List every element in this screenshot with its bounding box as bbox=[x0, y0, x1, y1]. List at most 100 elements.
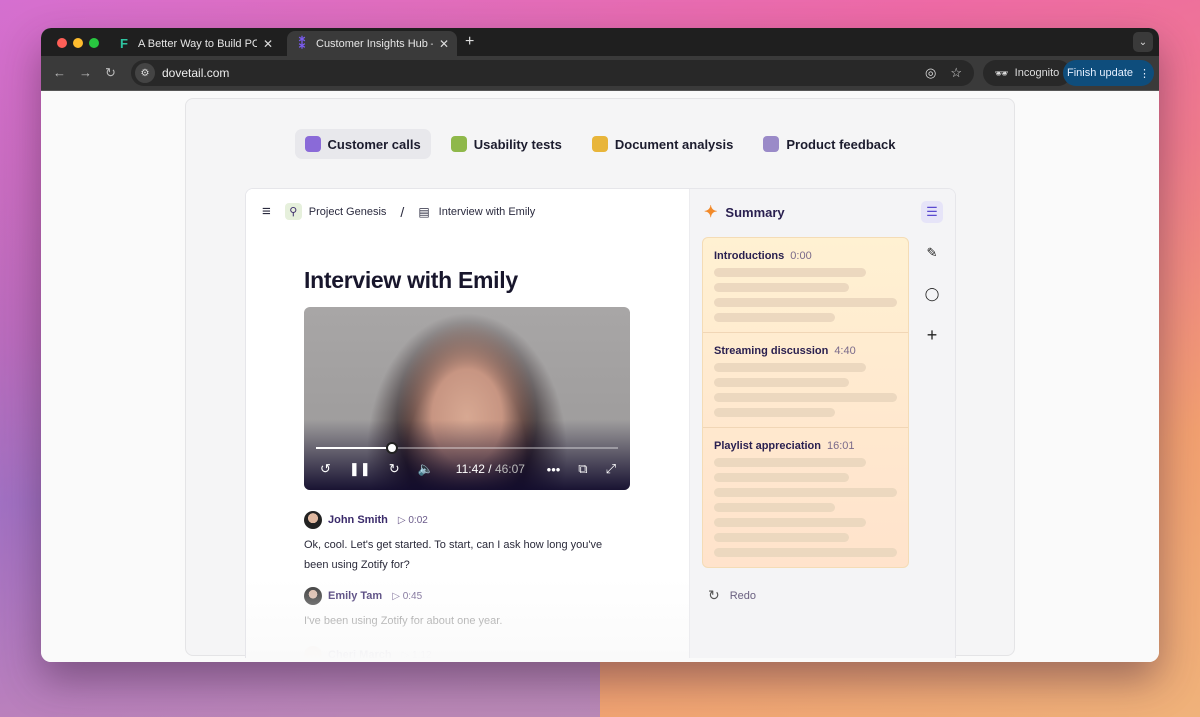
site-settings-icon[interactable]: ⚙ bbox=[135, 63, 155, 83]
summary-pane: ✦ Summary ☰ ✎ ◯ + Introductions 0:00 Str… bbox=[689, 189, 955, 658]
highlight-pen-icon[interactable]: ✎ bbox=[921, 242, 943, 264]
category-product-feedback[interactable]: Product feedback bbox=[753, 129, 905, 159]
minimize-window-button[interactable] bbox=[73, 38, 83, 48]
page-content: Customer calls Usability tests Document … bbox=[41, 91, 1159, 662]
skeleton-line bbox=[714, 548, 897, 557]
dovetail-logo-icon: ⁑ bbox=[298, 35, 306, 51]
finish-update-label: Finish update bbox=[1066, 67, 1134, 79]
window-controls bbox=[57, 38, 99, 48]
close-window-button[interactable] bbox=[57, 38, 67, 48]
skeleton-line bbox=[714, 503, 835, 512]
current-time: 11:42 bbox=[455, 462, 485, 476]
category-label: Usability tests bbox=[473, 136, 562, 152]
category-document-analysis[interactable]: Document analysis bbox=[582, 129, 744, 159]
tab-search-button[interactable]: ⌄ bbox=[1133, 32, 1153, 52]
transcript-entry: John Smith ▷ 0:02 Ok, cool. Let's get st… bbox=[304, 511, 624, 575]
usability-tests-icon bbox=[450, 136, 467, 152]
skeleton-line bbox=[714, 518, 866, 527]
pause-icon[interactable]: ❚❚ bbox=[349, 461, 371, 477]
video-player[interactable]: ↺ ❚❚ ↻ 🔈 11:42 / 46:07 ••• ⧉ ⤢ bbox=[304, 307, 630, 490]
demo-frame: Customer calls Usability tests Document … bbox=[185, 98, 1015, 658]
video-gradient bbox=[304, 420, 630, 490]
ai-summary-list-icon[interactable]: ☰ bbox=[921, 201, 943, 223]
section-time[interactable]: 16:01 bbox=[827, 440, 855, 452]
timestamp-link[interactable]: ▷ 0:02 bbox=[398, 515, 428, 526]
skeleton-line bbox=[714, 473, 850, 482]
hamburger-menu-icon[interactable]: ≡ bbox=[262, 203, 271, 220]
customer-calls-icon bbox=[304, 136, 321, 152]
skeleton-line bbox=[714, 363, 866, 372]
skeleton-line bbox=[714, 378, 850, 387]
tab-flux[interactable]: F A Better Way to Build PCBs | F ✕ bbox=[109, 31, 281, 56]
tab-title: A Better Way to Build PCBs | F bbox=[138, 37, 257, 50]
speaker-row: John Smith ▷ 0:02 bbox=[304, 511, 624, 529]
address-bar[interactable]: ⚙ dovetail.com ◎ ☆ bbox=[131, 60, 974, 86]
forward-5-icon[interactable]: ↻ bbox=[389, 461, 400, 477]
side-rail: ☰ ✎ ◯ + bbox=[921, 201, 943, 346]
sparkle-icon: ✦ bbox=[704, 204, 718, 221]
maximize-window-button[interactable] bbox=[89, 38, 99, 48]
tab-bar: F A Better Way to Build PCBs | F ✕ ⁑ Cus… bbox=[41, 28, 1159, 56]
summary-section[interactable]: Streaming discussion 4:40 bbox=[703, 333, 908, 428]
back-icon[interactable]: ← bbox=[53, 65, 66, 80]
skeleton-line bbox=[714, 298, 897, 307]
category-customer-calls[interactable]: Customer calls bbox=[294, 129, 431, 159]
video-time: 11:42 / 46:07 bbox=[455, 462, 525, 476]
close-tab-icon[interactable]: ✕ bbox=[439, 37, 449, 51]
breadcrumb-document[interactable]: Interview with Emily bbox=[439, 206, 536, 218]
document-pane: ≡ ⚲ Project Genesis / ▤ Interview with E… bbox=[246, 189, 689, 658]
reload-icon[interactable]: ↻ bbox=[105, 65, 116, 81]
picture-in-picture-icon[interactable]: ⧉ bbox=[578, 461, 587, 477]
skeleton-line bbox=[714, 488, 897, 497]
skeleton-line bbox=[714, 393, 897, 402]
skeleton-line bbox=[714, 268, 866, 277]
summary-cards: Introductions 0:00 Streaming discussion 4:… bbox=[702, 237, 909, 568]
finish-update-button[interactable]: Finish update ⋮ bbox=[1063, 60, 1154, 86]
video-controls: ↺ ❚❚ ↻ 🔈 11:42 / 46:07 ••• ⧉ ⤢ bbox=[320, 461, 616, 477]
video-scrubber[interactable] bbox=[316, 442, 618, 454]
redo-label: Redo bbox=[729, 589, 757, 602]
forward-icon[interactable]: → bbox=[79, 65, 92, 80]
eye-off-icon[interactable]: ◎ bbox=[925, 65, 936, 81]
fullscreen-icon[interactable]: ⤢ bbox=[606, 461, 616, 477]
tab-dovetail[interactable]: ⁑ Customer Insights Hub — Dov ✕ bbox=[287, 31, 457, 56]
comment-icon[interactable]: ◯ bbox=[921, 283, 943, 305]
incognito-badge[interactable]: 🕶 Incognito bbox=[983, 60, 1071, 86]
tab-title: Customer Insights Hub — Dov bbox=[316, 37, 433, 50]
url-text[interactable]: dovetail.com bbox=[162, 66, 229, 80]
transcript-text: Ok, cool. Let's get started. To start, c… bbox=[304, 539, 603, 571]
add-icon[interactable]: + bbox=[921, 324, 943, 346]
volume-icon[interactable]: 🔈 bbox=[418, 461, 434, 477]
redo-button[interactable]: ↻ Redo bbox=[708, 587, 756, 604]
section-title: Playlist appreciation bbox=[714, 440, 821, 452]
summary-section[interactable]: Playlist appreciation 16:01 bbox=[703, 428, 908, 567]
close-tab-icon[interactable]: ✕ bbox=[263, 37, 273, 51]
breadcrumb-project[interactable]: Project Genesis bbox=[309, 206, 387, 218]
section-time[interactable]: 0:00 bbox=[790, 250, 811, 262]
summary-section[interactable]: Introductions 0:00 bbox=[703, 238, 908, 333]
rewind-5-icon[interactable]: ↺ bbox=[320, 461, 331, 477]
summary-title: Summary bbox=[725, 204, 785, 220]
category-label: Customer calls bbox=[327, 136, 421, 152]
document-icon: ▤ bbox=[418, 204, 430, 219]
flux-logo-icon: F bbox=[120, 36, 128, 51]
bookmark-star-icon[interactable]: ☆ bbox=[950, 65, 962, 81]
category-usability-tests[interactable]: Usability tests bbox=[441, 129, 572, 159]
scrubber-progress bbox=[316, 447, 393, 449]
skeleton-line bbox=[714, 458, 866, 467]
fade-overlay bbox=[246, 578, 689, 658]
page-title: Interview with Emily bbox=[304, 267, 518, 293]
more-options-icon[interactable]: ••• bbox=[547, 462, 561, 477]
category-label: Product feedback bbox=[786, 136, 896, 152]
skeleton-line bbox=[714, 533, 850, 542]
section-time[interactable]: 4:40 bbox=[834, 345, 855, 357]
app-window: ≡ ⚲ Project Genesis / ▤ Interview with E… bbox=[245, 188, 956, 658]
avatar bbox=[304, 511, 322, 529]
incognito-icon: 🕶 bbox=[994, 67, 1009, 80]
browser-toolbar: ← → ↻ ⚙ dovetail.com ◎ ☆ 🕶 Incognito Fin… bbox=[41, 56, 1159, 91]
skeleton-line bbox=[714, 408, 835, 417]
redo-icon: ↻ bbox=[708, 587, 720, 603]
document-analysis-icon bbox=[591, 136, 608, 152]
new-tab-button[interactable]: + bbox=[465, 33, 474, 51]
browser-window: F A Better Way to Build PCBs | F ✕ ⁑ Cus… bbox=[41, 28, 1159, 662]
